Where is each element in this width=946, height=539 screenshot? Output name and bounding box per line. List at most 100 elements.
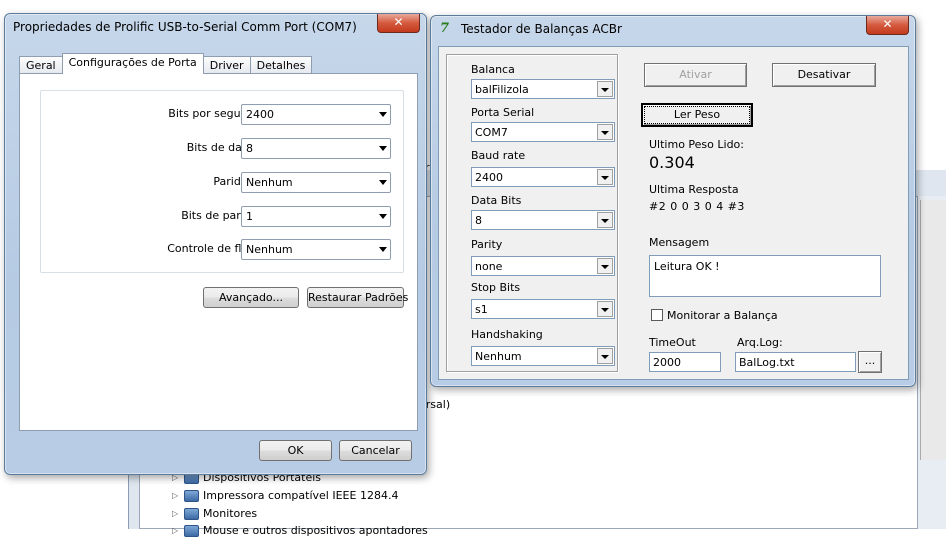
selected-value: Nenhum	[246, 243, 293, 256]
selected-value: 1	[246, 210, 253, 223]
tree-expand-icon[interactable]: ▷	[172, 526, 180, 535]
chevron-down-icon	[379, 112, 387, 117]
chevron-down-icon	[379, 180, 387, 185]
tab-details[interactable]: Detalhes	[249, 56, 313, 74]
tab-driver[interactable]: Driver	[202, 56, 251, 74]
serial-port-label: Porta Serial	[471, 106, 535, 119]
stop-bits-label: Stop Bits	[471, 281, 521, 294]
selected-value: balFilizola	[475, 83, 529, 96]
port-properties-window: Propriedades de Prolific USB-to-Serial C…	[4, 13, 427, 475]
close-icon: ✕	[882, 17, 893, 31]
parity-row: Paridade: Nenhum	[41, 172, 405, 193]
tree-item-monitors[interactable]: ▷ Monitores	[172, 505, 257, 522]
selected-value: 8	[246, 142, 253, 155]
chevron-down-icon[interactable]	[597, 81, 613, 97]
timeout-value: 2000	[653, 356, 681, 369]
bits-per-second-select[interactable]: 2400	[241, 104, 391, 125]
tree-expand-icon[interactable]: ▷	[172, 491, 180, 500]
acbr-client-area: Balanca balFilizola Porta Serial COM7 Ba…	[438, 46, 909, 380]
log-file-input[interactable]: BalLog.txt	[735, 352, 856, 372]
cancel-button[interactable]: Cancelar	[339, 440, 412, 461]
monitor-icon	[184, 507, 199, 520]
message-text: Leitura OK !	[654, 260, 720, 273]
parity-label: Parity	[471, 238, 503, 251]
tree-item-mouse[interactable]: ▷ Mouse e outros dispositivos apontadore…	[172, 522, 428, 539]
chevron-down-icon[interactable]	[597, 301, 613, 317]
advanced-button[interactable]: Avançado...	[203, 287, 299, 308]
baud-rate-label: Baud rate	[471, 149, 526, 162]
last-weight-label: Ultimo Peso Lido:	[649, 138, 744, 151]
window-title: Propriedades de Prolific USB-to-Serial C…	[13, 20, 357, 34]
device-category-icon	[184, 489, 199, 502]
timeout-label: TimeOut	[649, 336, 696, 349]
acbr-scale-tester-window: 7 Testador de Balanças ACBr ✕ Balanca ba…	[430, 15, 916, 387]
properties-tabs: Geral Configurações de Porta Driver Deta…	[19, 53, 313, 74]
close-button[interactable]: ✕	[866, 16, 909, 35]
window-title: Testador de Balanças ACBr	[461, 22, 622, 36]
bits-per-second-row: Bits por segundo: 2400	[41, 104, 405, 125]
handshaking-label: Handshaking	[471, 328, 543, 341]
flow-control-select[interactable]: Nenhum	[241, 239, 391, 260]
tree-item-label: Impressora compatível IEEE 1284.4	[203, 489, 399, 502]
parity-select[interactable]: none	[471, 256, 615, 276]
stop-bits-row: Bits de parada: 1	[41, 206, 405, 227]
tree-item-label: Mouse e outros dispositivos apontadores	[203, 524, 428, 537]
data-bits-select[interactable]: 8	[241, 138, 391, 159]
chevron-down-icon	[379, 214, 387, 219]
timeout-input[interactable]: 2000	[649, 352, 721, 372]
close-icon: ✕	[393, 15, 404, 29]
selected-value: COM7	[475, 126, 508, 139]
chevron-down-icon[interactable]	[597, 124, 613, 140]
tree-expand-icon[interactable]: ▷	[172, 509, 180, 518]
selected-value: s1	[475, 303, 488, 316]
tab-port-settings[interactable]: Configurações de Porta	[61, 53, 204, 74]
last-response-label: Ultima Resposta	[649, 183, 739, 196]
selected-value: none	[475, 260, 503, 273]
baud-rate-select[interactable]: 2400	[471, 167, 615, 187]
background-window-edge	[920, 200, 946, 460]
tab-general[interactable]: Geral	[19, 56, 63, 74]
scale-model-select[interactable]: balFilizola	[471, 79, 615, 99]
read-weight-button[interactable]: Ler Peso	[641, 103, 753, 127]
chevron-down-icon[interactable]	[597, 212, 613, 228]
flow-control-row: Controle de fluxo: Nenhum	[41, 239, 405, 260]
browse-log-button[interactable]: ...	[858, 351, 882, 373]
message-memo[interactable]: Leitura OK !	[649, 255, 881, 297]
parity-select[interactable]: Nenhum	[241, 172, 391, 193]
port-settings-group: Bits por segundo: 2400 Bits de dados: 8 …	[40, 90, 404, 273]
stop-bits-select[interactable]: s1	[471, 299, 615, 319]
last-response-value: #2 0 0 3 0 4 #3	[649, 200, 745, 213]
data-bits-select[interactable]: 8	[471, 210, 615, 230]
selected-value: Nenhum	[475, 350, 522, 363]
ok-button[interactable]: OK	[259, 440, 332, 461]
chevron-down-icon	[379, 247, 387, 252]
monitor-scale-label: Monitorar a Balança	[667, 309, 778, 322]
restore-defaults-button[interactable]: Restaurar Padrões	[307, 287, 408, 308]
log-file-label: Arq.Log:	[737, 336, 783, 349]
scale-model-label: Balanca	[471, 63, 515, 76]
selected-value: 8	[475, 214, 482, 227]
selected-value: Nenhum	[246, 176, 293, 189]
serial-port-select[interactable]: COM7	[471, 122, 615, 142]
chevron-down-icon[interactable]	[597, 258, 613, 274]
deactivate-button[interactable]: Desativar	[772, 63, 876, 87]
log-file-value: BalLog.txt	[739, 356, 795, 369]
chevron-down-icon[interactable]	[597, 169, 613, 185]
selected-value: 2400	[475, 171, 503, 184]
data-bits-row: Bits de dados: 8	[41, 138, 405, 159]
serial-config-panel: Balanca balFilizola Porta Serial COM7 Ba…	[446, 54, 618, 372]
tree-item-label: Monitores	[203, 507, 258, 520]
mouse-icon	[184, 524, 199, 537]
tree-item-printer[interactable]: ▷ Impressora compatível IEEE 1284.4	[172, 487, 398, 504]
stop-bits-select[interactable]: 1	[241, 206, 391, 227]
chevron-down-icon[interactable]	[597, 348, 613, 364]
close-button[interactable]: ✕	[377, 14, 420, 33]
selected-value: 2400	[246, 108, 274, 121]
handshaking-select[interactable]: Nenhum	[471, 346, 615, 366]
activate-button[interactable]: Ativar	[644, 63, 747, 87]
message-label: Mensagem	[649, 236, 710, 249]
last-weight-value: 0.304	[649, 153, 695, 172]
port-settings-panel: Bits por segundo: 2400 Bits de dados: 8 …	[19, 73, 418, 431]
acbr-logo-icon: 7	[440, 21, 450, 36]
monitor-scale-checkbox[interactable]	[651, 309, 663, 321]
